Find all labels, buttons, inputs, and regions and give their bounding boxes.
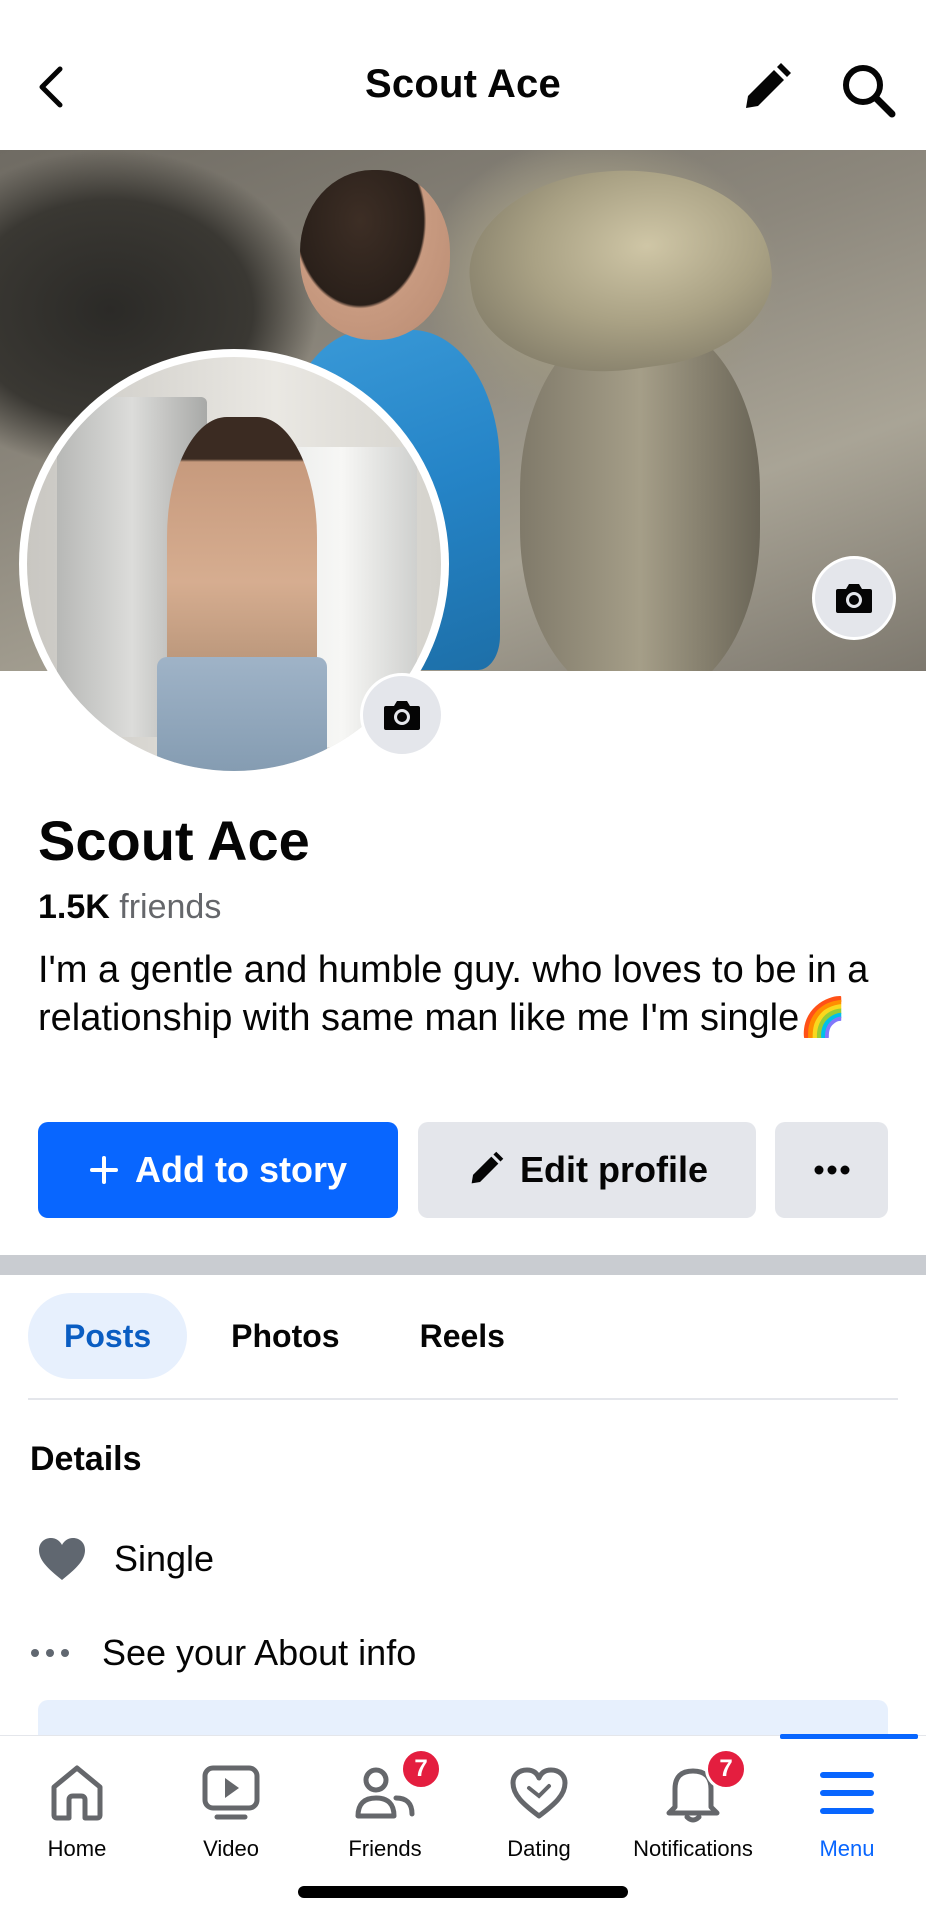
avatar-jeans [157, 657, 327, 771]
notifications-badge: 7 [705, 1748, 747, 1790]
tab-photos[interactable]: Photos [195, 1293, 375, 1379]
add-to-story-button[interactable]: Add to story [38, 1122, 398, 1218]
menu-icon [819, 1758, 875, 1828]
nav-notifications[interactable]: 7 Notifications [616, 1748, 770, 1862]
heart-icon [30, 1536, 94, 1582]
plus-icon [89, 1155, 119, 1185]
details-heading: Details [30, 1440, 142, 1478]
cover-dinosaur-head [457, 150, 783, 390]
friends-number: 1.5K [38, 888, 110, 926]
camera-icon [836, 584, 872, 613]
pencil-icon [746, 63, 791, 108]
nav-home[interactable]: Home [0, 1758, 154, 1862]
nav-home-label: Home [47, 1836, 107, 1861]
edit-public-details-button[interactable] [38, 1700, 888, 1740]
add-to-story-label: Add to story [135, 1149, 347, 1190]
cover-person-head [300, 170, 450, 340]
active-tab-indicator [780, 1734, 918, 1739]
nav-friends[interactable]: 7 Friends [308, 1748, 462, 1862]
nav-video[interactable]: Video [154, 1758, 308, 1862]
nav-friends-label: Friends [348, 1836, 422, 1861]
home-icon [48, 1758, 106, 1828]
relationship-row: Single [30, 1536, 214, 1582]
profile-tabs: Posts Photos Reels [28, 1293, 549, 1379]
more-dots-icon [30, 1648, 94, 1658]
section-divider [0, 1255, 926, 1275]
profile-camera-button[interactable] [360, 673, 444, 757]
nav-dating-label: Dating [507, 1836, 571, 1861]
edit-profile-label: Edit profile [520, 1149, 708, 1190]
home-indicator[interactable] [298, 1886, 628, 1898]
cover-dinosaur-neck [520, 320, 760, 671]
camera-icon [384, 701, 420, 730]
about-info-link[interactable]: See your About info [102, 1632, 416, 1674]
profile-name: Scout Ace [38, 809, 310, 872]
friends-label: friends [119, 888, 222, 926]
heart-icon [509, 1758, 569, 1828]
relationship-status: Single [114, 1538, 215, 1579]
edit-profile-button[interactable]: Edit profile [418, 1122, 756, 1218]
more-dots-icon [814, 1165, 849, 1175]
video-icon [201, 1758, 261, 1828]
tabs-divider [28, 1398, 898, 1400]
edit-button[interactable] [738, 62, 792, 116]
search-icon [843, 65, 896, 118]
pencil-icon [466, 1151, 504, 1189]
tab-reels[interactable]: Reels [384, 1293, 541, 1379]
friends-badge: 7 [400, 1748, 442, 1790]
bell-icon: 7 [665, 1748, 747, 1828]
nav-video-label: Video [203, 1836, 259, 1861]
friends-count[interactable]: 1.5K friends [38, 888, 221, 927]
nav-notifications-label: Notifications [633, 1836, 753, 1861]
search-button[interactable] [840, 62, 896, 118]
about-info-row[interactable]: See your About info [30, 1632, 416, 1674]
profile-bio: I'm a gentle and humble guy. who loves t… [38, 949, 869, 1039]
profile-picture[interactable] [19, 349, 449, 779]
tab-posts[interactable]: Posts [28, 1293, 188, 1379]
nav-menu[interactable]: Menu [770, 1758, 924, 1862]
cover-camera-button[interactable] [812, 556, 896, 640]
nav-dating[interactable]: Dating [462, 1758, 616, 1862]
more-options-button[interactable] [775, 1122, 888, 1218]
friends-icon: 7 [354, 1748, 442, 1828]
nav-menu-label: Menu [819, 1836, 875, 1861]
top-bar: Scout Ace [0, 0, 926, 150]
